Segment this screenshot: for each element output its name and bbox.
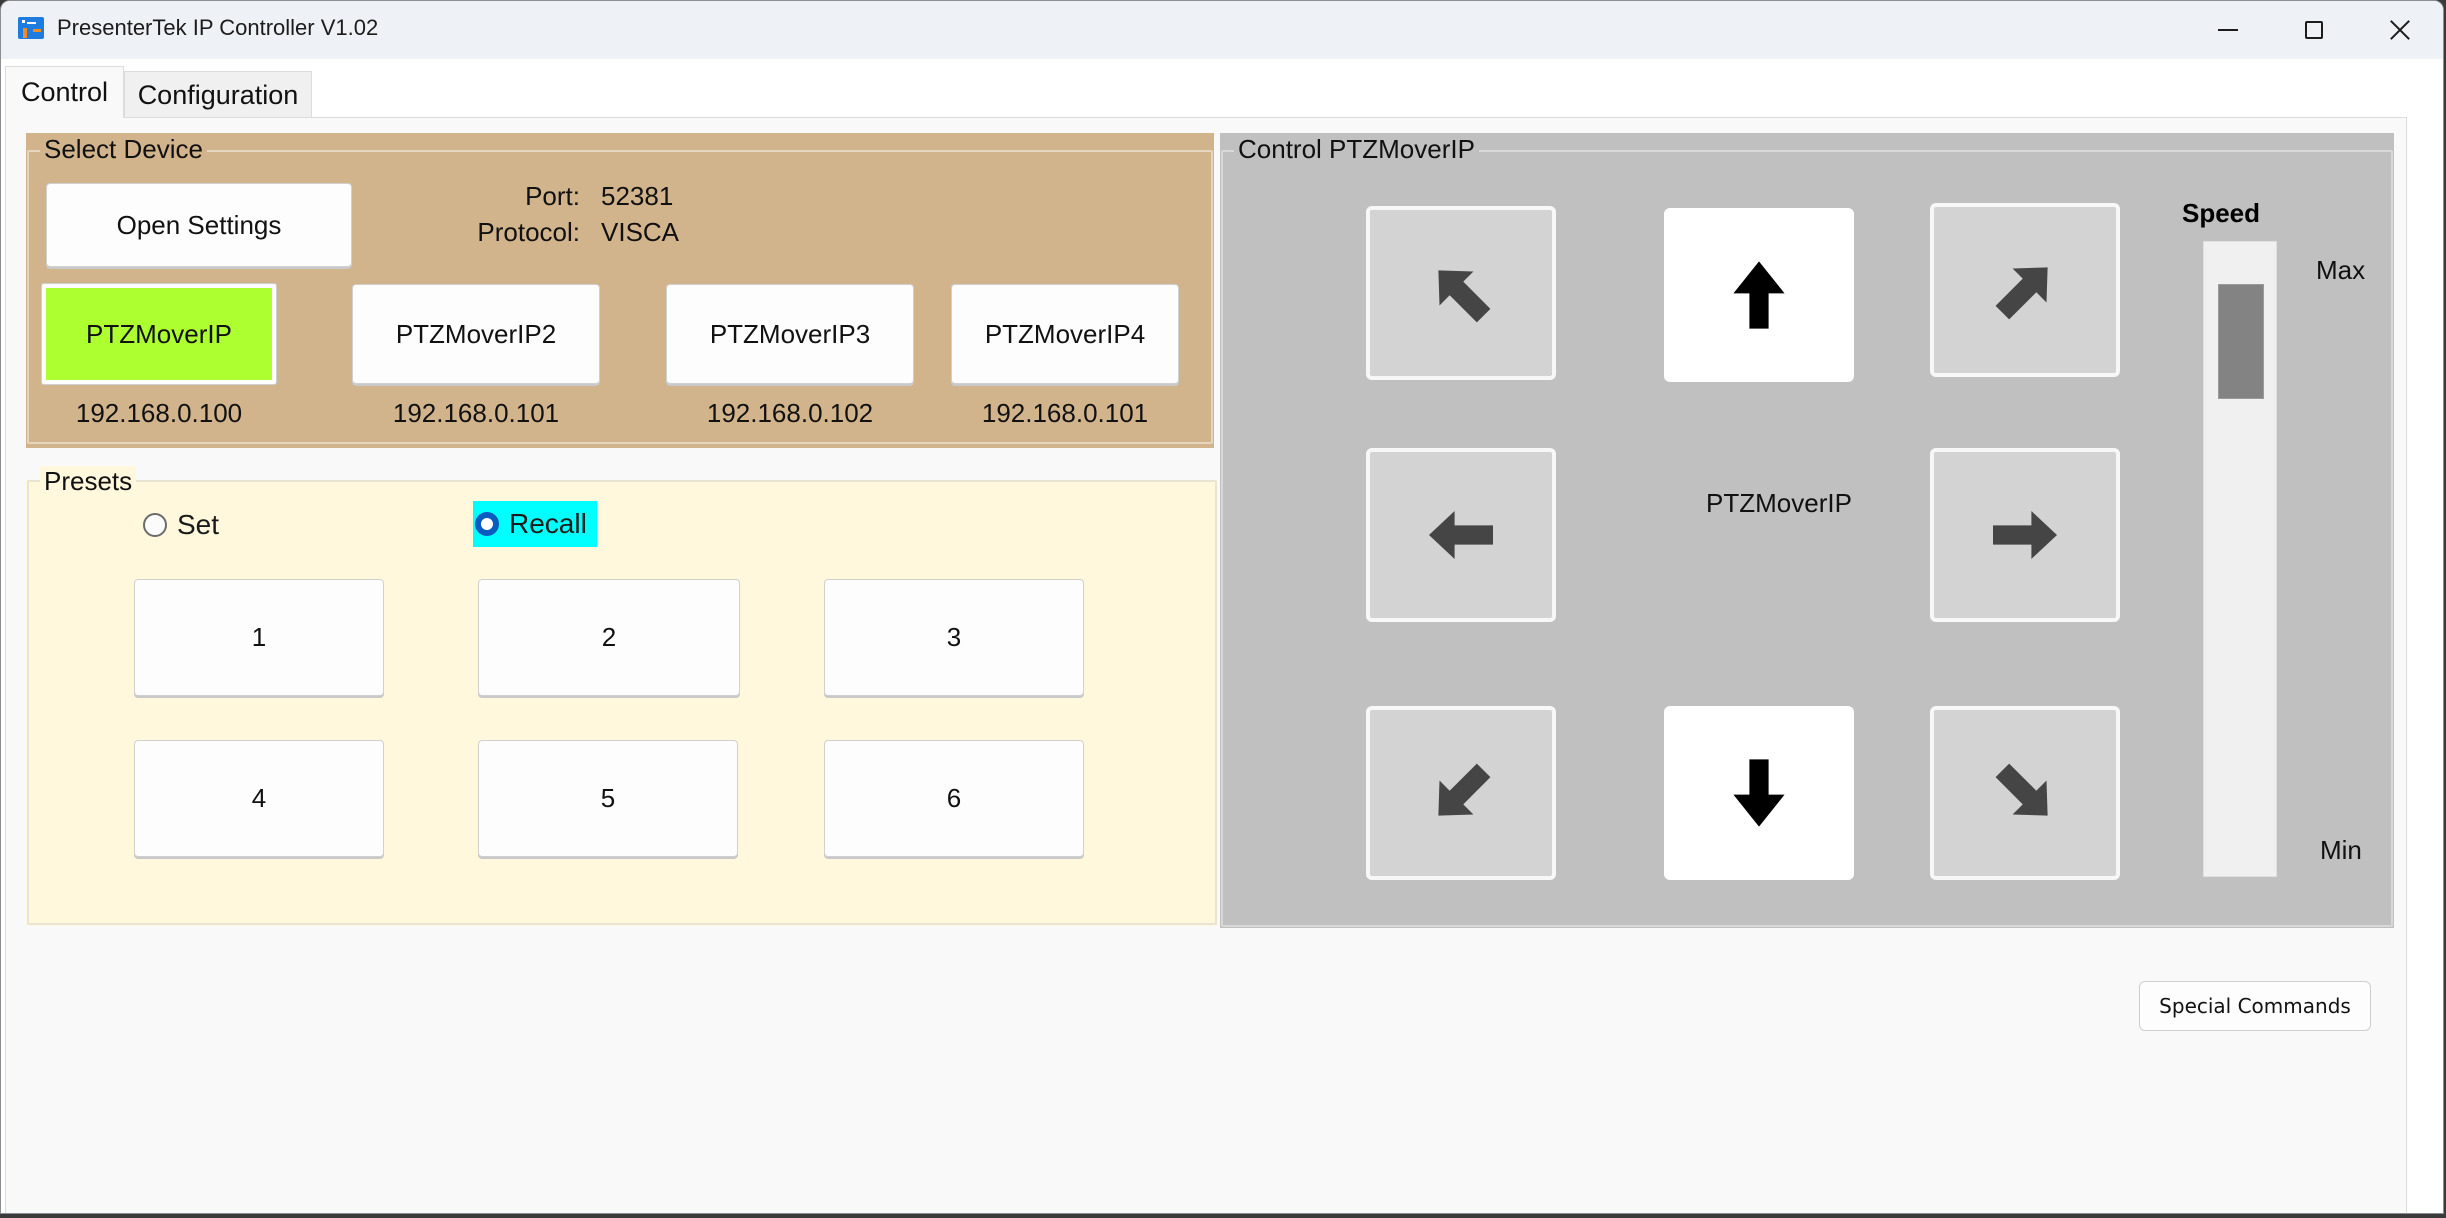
port-label: Port: <box>525 181 580 211</box>
tab-control[interactable]: Control <box>5 66 124 118</box>
protocol-value: VISCA <box>601 217 680 247</box>
select-device-group: Select Device Open Settings Port: 52381 … <box>26 133 1214 448</box>
preset-button-1[interactable]: 1 <box>134 579 384 696</box>
device-button-ptzmoverip[interactable]: PTZMoverIP <box>42 284 276 384</box>
arrow-down-left-icon <box>1438 763 1491 816</box>
arrow-up-left-icon <box>1438 270 1491 323</box>
move-down-left-button[interactable] <box>1366 706 1556 880</box>
minimize-button[interactable] <box>2185 1 2271 59</box>
close-icon <box>2390 20 2410 40</box>
preset-button-6[interactable]: 6 <box>824 740 1084 857</box>
selected-device-label: PTZMoverIP <box>1706 488 1852 518</box>
preset-mode-set-radio[interactable]: Set <box>143 503 219 547</box>
radio-checked-icon <box>475 512 499 536</box>
port-value: 52381 <box>601 181 674 211</box>
control-title: Control PTZMoverIP <box>1234 134 1479 165</box>
preset-button-4[interactable]: 4 <box>134 740 384 857</box>
device-ip-2: 192.168.0.101 <box>392 398 560 428</box>
protocol-label: Protocol: <box>477 217 580 247</box>
speed-max-label: Max <box>2316 255 2366 285</box>
arrow-up-icon <box>1733 261 1785 329</box>
presets-title: Presets <box>40 466 137 497</box>
control-ptz-group: Control PTZMoverIP PTZMoverIP Speed Max … <box>1220 133 2394 928</box>
device-button-ptzmoverip3[interactable]: PTZMoverIP3 <box>666 284 914 384</box>
speed-slider[interactable] <box>2203 241 2277 877</box>
select-device-title: Select Device <box>40 134 207 165</box>
speed-slider-thumb[interactable] <box>2218 284 2264 400</box>
preset-mode-recall-radio[interactable]: Recall <box>473 501 597 547</box>
move-up-right-button[interactable] <box>1930 203 2120 377</box>
device-button-ptzmoverip2[interactable]: PTZMoverIP2 <box>352 284 600 384</box>
maximize-button[interactable] <box>2271 1 2357 59</box>
app-window: PresenterTek IP Controller V1.02 Control… <box>0 0 2444 1214</box>
arrow-down-icon <box>1733 759 1785 827</box>
window-title: PresenterTek IP Controller V1.02 <box>57 15 379 40</box>
arrow-down-right-icon <box>1995 763 2048 816</box>
speed-min-label: Min <box>2320 835 2362 865</box>
speed-label: Speed <box>2182 198 2261 228</box>
move-up-left-button[interactable] <box>1366 206 1556 380</box>
radio-unchecked-icon <box>143 513 167 537</box>
arrow-up-right-icon <box>1995 267 2048 320</box>
close-button[interactable] <box>2357 1 2443 59</box>
move-up-button[interactable] <box>1664 208 1854 382</box>
preset-button-5[interactable]: 5 <box>478 740 738 857</box>
move-down-button[interactable] <box>1664 706 1854 880</box>
device-ip-4: 192.168.0.101 <box>981 398 1149 428</box>
preset-mode-recall-label: Recall <box>509 508 587 539</box>
arrow-right-icon <box>1993 511 2057 559</box>
open-settings-button[interactable]: Open Settings <box>46 183 352 267</box>
device-ip-3: 192.168.0.102 <box>706 398 874 428</box>
move-down-right-button[interactable] <box>1930 706 2120 880</box>
special-commands-button[interactable]: Special Commands <box>2139 981 2371 1031</box>
device-ip-1: 192.168.0.100 <box>75 398 243 428</box>
title-bar[interactable]: PresenterTek IP Controller V1.02 <box>1 1 2443 59</box>
control-tab-page: Select Device Open Settings Port: 52381 … <box>5 117 2407 1213</box>
preset-button-3[interactable]: 3 <box>824 579 1084 696</box>
move-right-button[interactable] <box>1930 448 2120 622</box>
move-left-button[interactable] <box>1366 448 1556 622</box>
presets-group: Presets Set Recall 1 2 3 4 5 6 <box>26 466 1218 926</box>
maximize-icon <box>2305 21 2323 39</box>
preset-mode-set-label: Set <box>177 509 220 540</box>
app-icon <box>18 17 44 39</box>
device-button-ptzmoverip4[interactable]: PTZMoverIP4 <box>951 284 1179 384</box>
arrow-left-icon <box>1429 511 1493 559</box>
tab-configuration[interactable]: Configuration <box>124 71 312 117</box>
preset-button-2[interactable]: 2 <box>478 579 740 696</box>
minimize-icon <box>2218 29 2238 31</box>
